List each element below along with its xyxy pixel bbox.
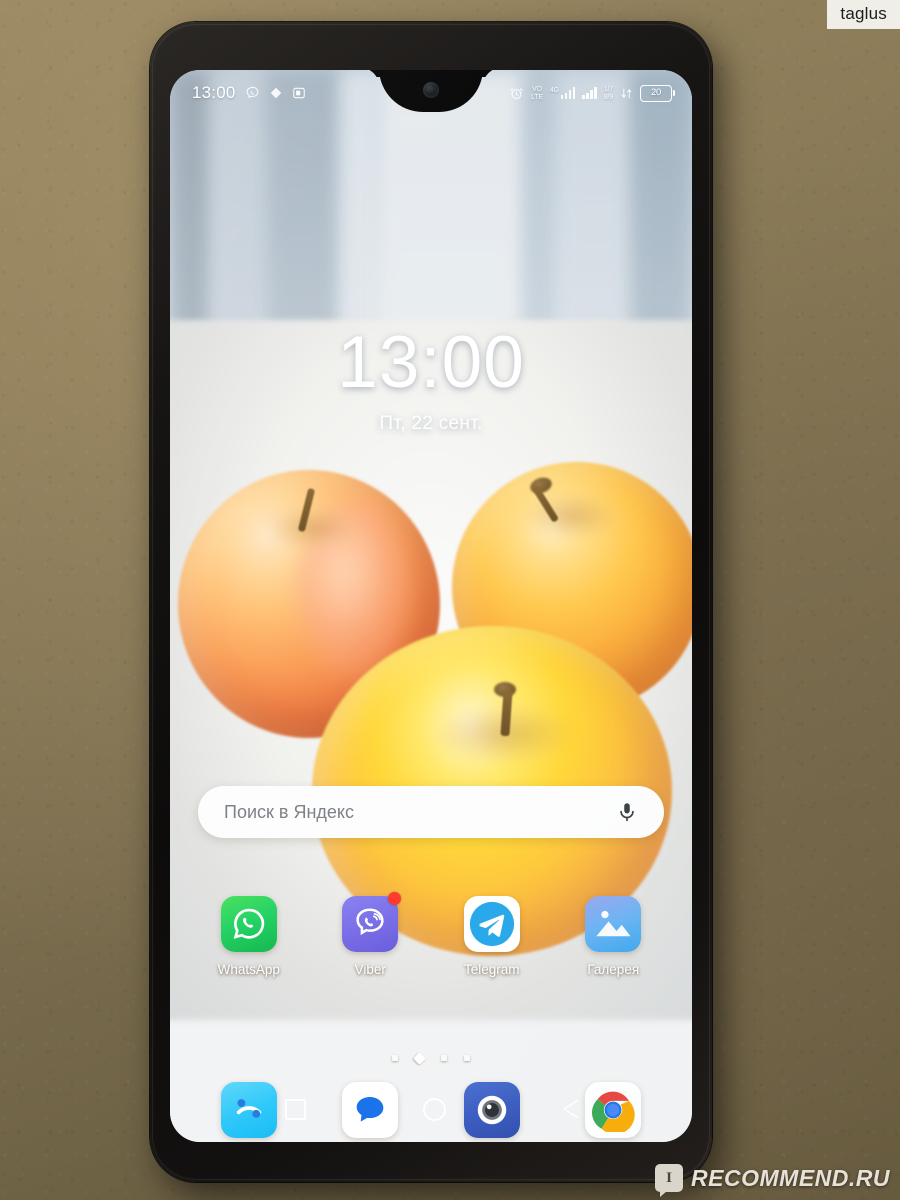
viber-notification-badge [388,892,402,905]
front-camera-icon [423,82,439,98]
signal-sim2-icon [582,87,597,99]
recommend-logo-text: RECOMMEND.RU [691,1164,890,1191]
watermark-bottom-right: I RECOMMEND.RU [655,1164,890,1197]
status-bar-clock: 13:00 [192,83,236,102]
page-dot[interactable] [464,1055,470,1061]
diamond-status-icon [269,86,283,100]
smartphone-device: 13:00 VO LTE 4G 1/7 8/9 20 13:00 Пт, 22 … [150,22,712,1182]
navigation-bar [170,1076,692,1142]
gallery-icon[interactable] [585,896,642,952]
app-item-viber[interactable]: Viber [322,892,418,977]
phone-screen: 13:00 VO LTE 4G 1/7 8/9 20 13:00 Пт, 22 … [170,70,692,1142]
volte-icon-bottom: LTE [531,93,543,101]
app-item-gallery[interactable]: Галерея [565,896,661,977]
search-input-placeholder[interactable]: Поиск в Яндекс [224,802,354,823]
volte-icon-top: VO [532,85,542,93]
alarm-icon [509,86,524,101]
app-item-whatsapp[interactable]: WhatsApp [201,896,297,977]
signal-sim1-label: 4G [549,87,559,94]
signal-bars [582,87,597,99]
data-transfer-icon: 1/7 8/9 [604,86,613,101]
clock-widget-time: 13:00 [337,322,525,403]
dual-arrow-icon [620,87,633,100]
yandex-search-bar[interactable]: Поиск в Яндекс [198,786,664,838]
battery-level-text: 20 [651,87,661,99]
app-label-gallery: Галерея [587,962,640,977]
apple-dimple [268,508,354,548]
app-item-telegram[interactable]: Telegram [444,896,540,977]
signal-sim1-icon: 4G [550,87,576,99]
page-dot[interactable] [392,1055,398,1061]
nav-recents-button[interactable] [284,1098,306,1120]
status-bar-left: 13:00 [192,83,306,103]
data-transfer-top: 1/7 [603,85,613,93]
nav-back-button[interactable] [562,1099,578,1119]
watermark-top-right: taglus [827,0,900,29]
volte-icon: VO LTE [531,86,543,101]
viber-status-icon [245,86,260,101]
whatsapp-icon[interactable] [220,896,277,952]
signal-bars [560,87,576,99]
data-transfer-bottom: 8/9 [603,93,613,101]
wallpaper [170,70,692,1142]
recommend-logo-icon: I [655,1164,684,1197]
clock-widget-date: Пт, 22 сент. [379,413,483,434]
app-label-viber: Viber [354,962,386,977]
telegram-icon[interactable] [463,896,520,952]
photo-scene: 13:00 VO LTE 4G 1/7 8/9 20 13:00 Пт, 22 … [0,0,900,1200]
app-label-telegram: Telegram [463,962,520,977]
app-label-whatsapp: WhatsApp [217,962,280,977]
page-dot[interactable] [441,1055,447,1061]
microphone-icon[interactable] [616,801,638,823]
viber-icon[interactable] [342,892,402,952]
status-bar-right: VO LTE 4G 1/7 8/9 20 [509,84,675,102]
page-indicator [170,1051,692,1065]
app-grid: WhatsApp Viber Telegram Галерея [188,892,674,977]
clock-widget[interactable]: 13:00 Пт, 22 сент. [170,326,692,435]
nav-home-button[interactable] [422,1097,446,1121]
app-status-icon [292,86,306,100]
battery-icon: 20 [640,84,675,102]
